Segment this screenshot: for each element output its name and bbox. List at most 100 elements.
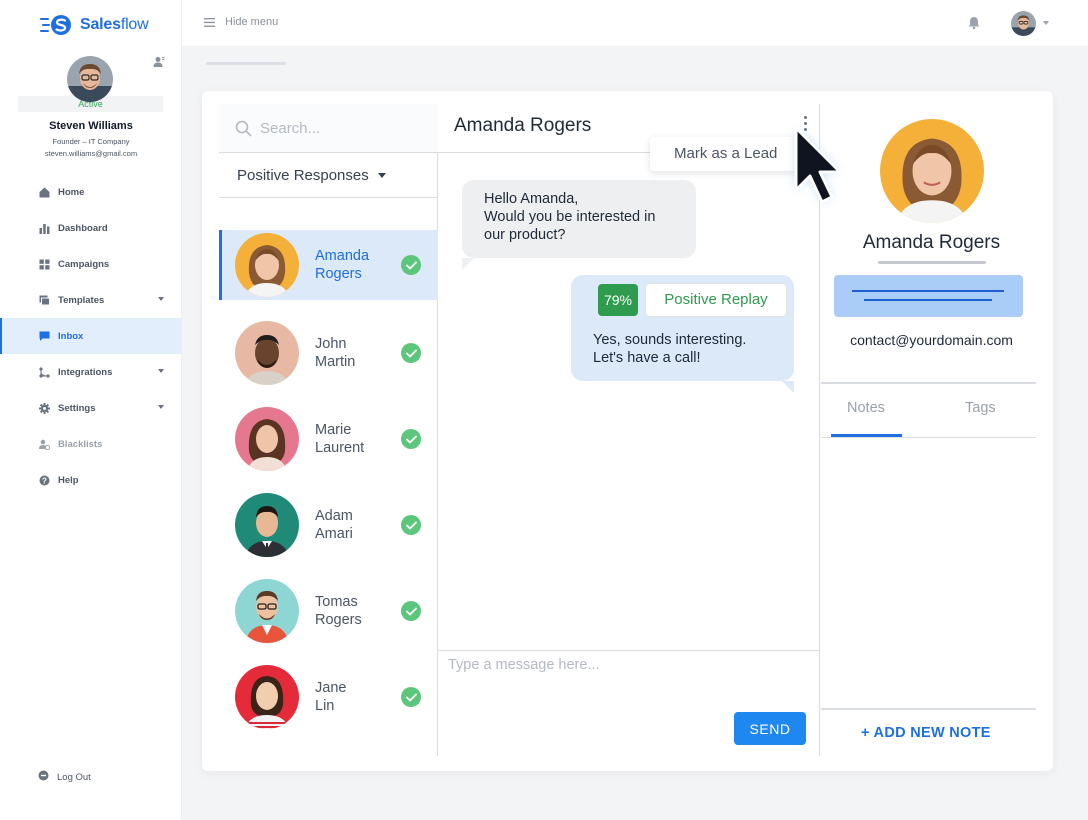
contact-avatar bbox=[235, 493, 299, 557]
chat-icon bbox=[38, 330, 50, 342]
tab-tags[interactable]: Tags bbox=[965, 400, 996, 416]
chevron-down-icon bbox=[158, 297, 164, 301]
user-avatar[interactable] bbox=[67, 56, 113, 102]
logout-button[interactable]: Log Out bbox=[38, 770, 91, 784]
check-icon bbox=[401, 343, 421, 363]
sidebar-nav: Home Dashboard Campaigns Templates Inbox… bbox=[0, 174, 182, 498]
logout-icon bbox=[38, 770, 49, 784]
tab-active-indicator bbox=[831, 434, 902, 437]
inbox-card: Positive Responses AmandaRogers JohnMart… bbox=[202, 91, 1053, 771]
sidebar-item-campaigns[interactable]: Campaigns bbox=[0, 246, 182, 282]
contact-list: AmandaRogers JohnMartin MarieLaurent bbox=[219, 230, 438, 740]
tab-notes[interactable]: Notes bbox=[847, 400, 885, 416]
topbar: Hide menu bbox=[182, 0, 1088, 46]
search-input[interactable] bbox=[260, 119, 430, 137]
contact-item-john-martin[interactable]: John Martin bbox=[219, 310, 438, 396]
sentiment-badge: Positive Replay bbox=[645, 283, 787, 317]
check-icon bbox=[401, 429, 421, 449]
logout-label: Log Out bbox=[57, 771, 91, 783]
sidebar-item-label: Templates bbox=[58, 294, 105, 306]
svg-text:?: ? bbox=[42, 476, 47, 485]
send-button[interactable]: SEND bbox=[734, 712, 806, 745]
contact-avatar bbox=[235, 321, 299, 385]
filter-dropdown[interactable]: Positive Responses bbox=[219, 153, 438, 198]
home-icon bbox=[38, 186, 50, 198]
contact-avatar bbox=[235, 579, 299, 643]
divider bbox=[821, 382, 1036, 384]
blacklist-icon bbox=[38, 438, 50, 450]
profile-name-underline bbox=[878, 261, 986, 264]
gear-icon bbox=[38, 402, 50, 414]
sidebar-item-label: Integrations bbox=[58, 366, 113, 378]
bar-chart-icon bbox=[38, 222, 50, 234]
hide-menu-button[interactable]: Hide menu bbox=[204, 16, 278, 28]
confidence-score-badge: 79% bbox=[598, 284, 638, 316]
search-icon bbox=[235, 120, 252, 136]
brand-name: Salesflow bbox=[80, 16, 149, 33]
contact-name: Marie Laurent bbox=[315, 422, 365, 456]
bell-icon[interactable] bbox=[968, 16, 980, 34]
chevron-down-icon bbox=[158, 405, 164, 409]
sidebar-item-label: Settings bbox=[58, 402, 96, 414]
sidebar-item-help[interactable]: ? Help bbox=[0, 462, 182, 498]
brand-logo[interactable]: Salesflow bbox=[40, 14, 149, 36]
sidebar: Salesflow Active Steven Williams Founder… bbox=[0, 0, 182, 820]
sidebar-item-integrations[interactable]: Integrations bbox=[0, 354, 182, 390]
contact-item-adam-amari[interactable]: Adam Amari bbox=[219, 482, 438, 568]
contact-item-marie-laurent[interactable]: Marie Laurent bbox=[219, 396, 438, 482]
contact-name: Adam Amari bbox=[315, 508, 353, 542]
contact-item-jane-lin[interactable]: Jane Lin bbox=[219, 654, 438, 740]
check-icon bbox=[401, 687, 421, 707]
sidebar-item-templates[interactable]: Templates bbox=[0, 282, 182, 318]
chevron-down-icon bbox=[158, 369, 164, 373]
top-user-avatar[interactable] bbox=[1011, 11, 1036, 36]
contact-name: Amanda Rogers bbox=[315, 248, 370, 282]
contact-avatar bbox=[235, 233, 299, 297]
contact-name: John Martin bbox=[315, 336, 356, 370]
hide-menu-label: Hide menu bbox=[225, 16, 279, 28]
check-icon bbox=[401, 515, 421, 535]
reply-text: Yes, sounds interesting. Let's have a ca… bbox=[593, 332, 747, 366]
contact-avatar bbox=[235, 407, 299, 471]
sidebar-item-home[interactable]: Home bbox=[0, 174, 182, 210]
contact-item-tomas-rogers[interactable]: Tomas Rogers bbox=[219, 568, 438, 654]
contact-item-amanda-rogers[interactable]: Amanda Rogers bbox=[219, 230, 438, 300]
sidebar-item-label: Home bbox=[58, 186, 85, 198]
contact-avatar bbox=[235, 665, 299, 729]
message-composer: SEND bbox=[438, 650, 820, 756]
sidebar-item-label: Campaigns bbox=[58, 258, 110, 270]
chat-panel: Amanda Rogers Mark as a Lead Hello Amand… bbox=[438, 104, 842, 756]
sidebar-item-settings[interactable]: Settings bbox=[0, 390, 182, 426]
grid-icon bbox=[38, 258, 50, 270]
profile-name: Amanda Rogers bbox=[862, 232, 1001, 253]
profile-tabs: Notes Tags bbox=[821, 400, 1036, 438]
user-email: steven.williams@gmail.com bbox=[44, 149, 138, 158]
chevron-down-icon bbox=[377, 172, 386, 178]
check-icon bbox=[401, 601, 421, 621]
sidebar-item-dashboard[interactable]: Dashboard bbox=[0, 210, 182, 246]
page-title-placeholder bbox=[206, 62, 286, 65]
check-icon bbox=[401, 255, 421, 275]
sidebar-item-label: Inbox bbox=[58, 330, 84, 342]
user-name: Steven Williams bbox=[49, 120, 133, 132]
salesflow-logo-icon bbox=[40, 15, 71, 35]
chevron-down-icon[interactable] bbox=[1043, 21, 1049, 25]
sidebar-item-label: Blacklists bbox=[58, 438, 103, 450]
add-new-note-button[interactable]: + ADD NEW NOTE bbox=[861, 725, 991, 741]
contact-name: Tomas Rogers bbox=[315, 594, 362, 628]
contact-name: Jane Lin bbox=[315, 680, 347, 714]
incoming-message: Hello Amanda, Would you be interested in… bbox=[462, 180, 696, 270]
help-icon: ? bbox=[38, 474, 50, 486]
menu-icon bbox=[204, 17, 215, 27]
message-input[interactable] bbox=[448, 657, 798, 697]
sidebar-item-inbox[interactable]: Inbox bbox=[0, 318, 182, 354]
profile-info-box bbox=[834, 275, 1023, 317]
contacts-panel: Positive Responses AmandaRogers JohnMart… bbox=[219, 104, 438, 756]
integrations-icon bbox=[38, 366, 50, 378]
divider bbox=[821, 708, 1036, 710]
profile-settings-icon[interactable] bbox=[153, 55, 165, 73]
filter-label: Positive Responses bbox=[237, 166, 369, 184]
search-bar bbox=[219, 104, 438, 153]
user-role: Founder – IT Company bbox=[52, 137, 130, 146]
sidebar-item-blacklists[interactable]: Blacklists bbox=[0, 426, 182, 462]
